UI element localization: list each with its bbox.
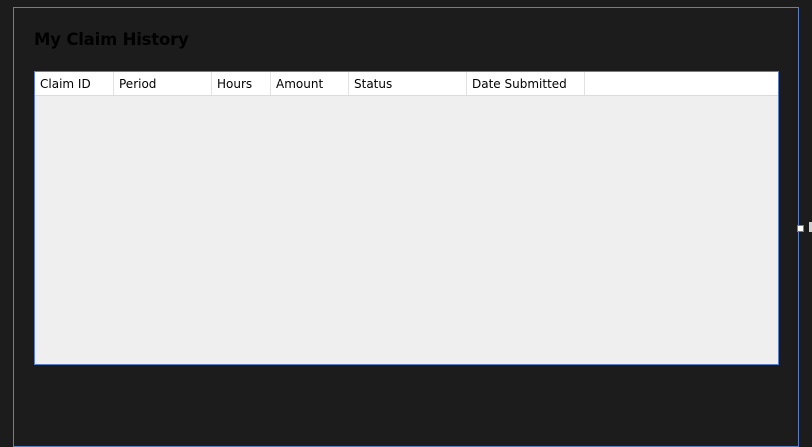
grid-body[interactable]: [35, 96, 778, 364]
grid-header: Claim ID Period Hours Amount Status Date…: [35, 72, 778, 96]
column-header-filler: [585, 72, 778, 95]
resize-handle[interactable]: [797, 225, 804, 232]
column-header-claim-id[interactable]: Claim ID: [35, 72, 114, 95]
design-surface: My Claim History Claim ID Period Hours A…: [0, 0, 812, 447]
claim-history-grid[interactable]: Claim ID Period Hours Amount Status Date…: [34, 71, 779, 365]
column-header-hours[interactable]: Hours: [212, 72, 271, 95]
column-header-amount[interactable]: Amount: [271, 72, 349, 95]
column-header-date-submitted[interactable]: Date Submitted: [467, 72, 585, 95]
column-header-period[interactable]: Period: [114, 72, 212, 95]
column-header-status[interactable]: Status: [349, 72, 467, 95]
page-title: My Claim History: [34, 30, 189, 49]
